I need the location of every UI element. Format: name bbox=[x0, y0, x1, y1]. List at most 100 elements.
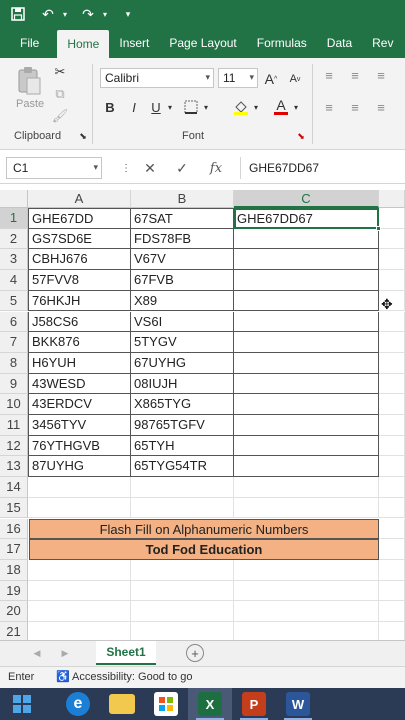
row-header[interactable]: 7 bbox=[0, 332, 28, 353]
cell-d[interactable] bbox=[379, 477, 405, 498]
column-header-c[interactable]: C bbox=[234, 190, 379, 208]
row-header[interactable]: 4 bbox=[0, 270, 28, 291]
cell-a[interactable]: CBHJ676 bbox=[28, 249, 131, 271]
cell-d[interactable] bbox=[379, 415, 405, 436]
row-header[interactable]: 18 bbox=[0, 559, 28, 581]
cell-d[interactable] bbox=[379, 352, 405, 374]
select-all-corner[interactable] bbox=[0, 190, 28, 208]
taskbar-file-explorer[interactable] bbox=[100, 688, 144, 720]
borders-icon[interactable] bbox=[182, 98, 200, 116]
cell-a[interactable]: 3456TYV bbox=[28, 415, 131, 436]
row-header[interactable]: 3 bbox=[0, 249, 28, 271]
cell-c[interactable] bbox=[234, 290, 379, 312]
taskbar-edge[interactable]: e bbox=[56, 688, 100, 720]
cell-c[interactable] bbox=[234, 373, 379, 395]
empty-cell[interactable] bbox=[131, 580, 234, 602]
align-bottom-icon[interactable]: ≡ bbox=[372, 66, 390, 84]
tab-review[interactable]: Rev bbox=[362, 28, 403, 58]
cell-b[interactable]: 5TYGV bbox=[131, 332, 234, 353]
cell-b[interactable]: 98765TGFV bbox=[131, 415, 234, 436]
cell-a[interactable]: 43ERDCV bbox=[28, 394, 131, 415]
cell-d[interactable] bbox=[379, 580, 405, 602]
cell-b[interactable]: 67UYHG bbox=[131, 352, 234, 374]
empty-cell[interactable] bbox=[28, 580, 131, 602]
tab-insert[interactable]: Insert bbox=[109, 28, 159, 58]
cell-d[interactable] bbox=[379, 435, 405, 457]
cell-a[interactable]: 76HKJH bbox=[28, 290, 131, 312]
cell-a[interactable]: GS7SD6E bbox=[28, 228, 131, 250]
cell-d[interactable] bbox=[379, 270, 405, 291]
cell-d[interactable] bbox=[379, 559, 405, 581]
sheet-tab-sheet1[interactable]: Sheet1 bbox=[96, 641, 156, 665]
cell-d[interactable] bbox=[379, 208, 405, 229]
cell-d[interactable] bbox=[379, 332, 405, 353]
align-top-icon[interactable]: ≡ bbox=[320, 66, 338, 84]
tab-formulas[interactable]: Formulas bbox=[247, 28, 317, 58]
clipboard-launcher-icon[interactable]: ⬊ bbox=[78, 130, 88, 142]
empty-cell[interactable] bbox=[234, 477, 379, 498]
cell-a[interactable]: GHE67DD bbox=[28, 208, 131, 229]
taskbar-excel[interactable]: X bbox=[188, 688, 232, 720]
fill-color-icon[interactable] bbox=[232, 98, 250, 116]
row-header[interactable]: 5 bbox=[0, 290, 28, 312]
cell-a[interactable]: J58CS6 bbox=[28, 311, 131, 333]
row-header[interactable]: 15 bbox=[0, 497, 28, 519]
cell-b[interactable]: X865TYG bbox=[131, 394, 234, 415]
prev-sheet-icon[interactable]: ◀ bbox=[30, 645, 44, 661]
empty-cell[interactable] bbox=[131, 497, 234, 519]
redo-icon[interactable]: ↷ bbox=[76, 2, 100, 26]
font-color-button[interactable]: A bbox=[272, 96, 290, 116]
cell-c[interactable] bbox=[234, 270, 379, 291]
cell-c[interactable] bbox=[234, 332, 379, 353]
cell-b[interactable]: 08IUJH bbox=[131, 373, 234, 395]
align-middle-icon[interactable]: ≡ bbox=[346, 66, 364, 84]
start-button[interactable] bbox=[0, 688, 44, 720]
name-box[interactable]: C1 ▾ bbox=[6, 157, 102, 179]
italic-button[interactable]: I bbox=[126, 98, 142, 116]
cell-b[interactable]: VS6I bbox=[131, 311, 234, 333]
cell-c[interactable] bbox=[234, 415, 379, 436]
undo-dropdown-icon[interactable]: ▾ bbox=[60, 2, 70, 26]
cell-d[interactable] bbox=[379, 394, 405, 415]
row-header[interactable]: 13 bbox=[0, 456, 28, 478]
row-header[interactable]: 16 bbox=[0, 518, 28, 540]
cell-a[interactable]: 76YTHGVB bbox=[28, 435, 131, 457]
tab-data[interactable]: Data bbox=[317, 28, 362, 58]
worksheet-grid[interactable]: A B C 1 GHE67DD 67SAT GHE67DD67 2 GS7SD6E FDS7… bbox=[0, 190, 405, 643]
borders-dropdown-icon[interactable]: ▾ bbox=[202, 100, 210, 114]
cell-c[interactable] bbox=[234, 228, 379, 250]
cell-a[interactable]: H6YUH bbox=[28, 352, 131, 374]
row-header[interactable]: 8 bbox=[0, 352, 28, 374]
taskbar-word[interactable]: W bbox=[276, 688, 320, 720]
row-header[interactable]: 14 bbox=[0, 477, 28, 498]
empty-cell[interactable] bbox=[234, 497, 379, 519]
cell-b[interactable]: V67V bbox=[131, 249, 234, 271]
underline-button[interactable]: U bbox=[148, 98, 164, 116]
formula-input[interactable]: GHE67DD67 bbox=[240, 157, 405, 179]
column-header-d[interactable] bbox=[379, 190, 405, 208]
cell-b[interactable]: 67FVB bbox=[131, 270, 234, 291]
customize-qat-icon[interactable]: ▾ bbox=[116, 2, 140, 26]
decrease-font-size-button[interactable]: Av bbox=[286, 70, 304, 88]
cell-a[interactable]: 57FVV8 bbox=[28, 270, 131, 291]
cell-b[interactable]: 67SAT bbox=[131, 208, 234, 229]
bold-button[interactable]: B bbox=[102, 98, 118, 116]
row-header[interactable]: 1 bbox=[0, 208, 28, 229]
font-name-select[interactable]: Calibri ▾ bbox=[100, 68, 214, 88]
cell-b[interactable]: 65TYH bbox=[131, 435, 234, 457]
cell-c[interactable] bbox=[234, 394, 379, 415]
cell-b[interactable]: FDS78FB bbox=[131, 228, 234, 250]
cell-d[interactable] bbox=[379, 539, 405, 560]
cell-b[interactable]: 65TYG54TR bbox=[131, 456, 234, 478]
empty-cell[interactable] bbox=[234, 580, 379, 602]
column-header-a[interactable]: A bbox=[28, 190, 131, 208]
align-center-icon[interactable]: ≡ bbox=[346, 98, 364, 116]
row-header[interactable]: 11 bbox=[0, 415, 28, 436]
row-header[interactable]: 19 bbox=[0, 580, 28, 602]
accessibility-status[interactable]: Accessibility: Good to go bbox=[72, 671, 192, 683]
redo-dropdown-icon[interactable]: ▾ bbox=[100, 2, 110, 26]
taskbar-store[interactable] bbox=[144, 688, 188, 720]
cell-a[interactable]: 87UYHG bbox=[28, 456, 131, 478]
font-size-select[interactable]: 11 ▾ bbox=[218, 68, 258, 88]
row-header[interactable]: 20 bbox=[0, 601, 28, 622]
